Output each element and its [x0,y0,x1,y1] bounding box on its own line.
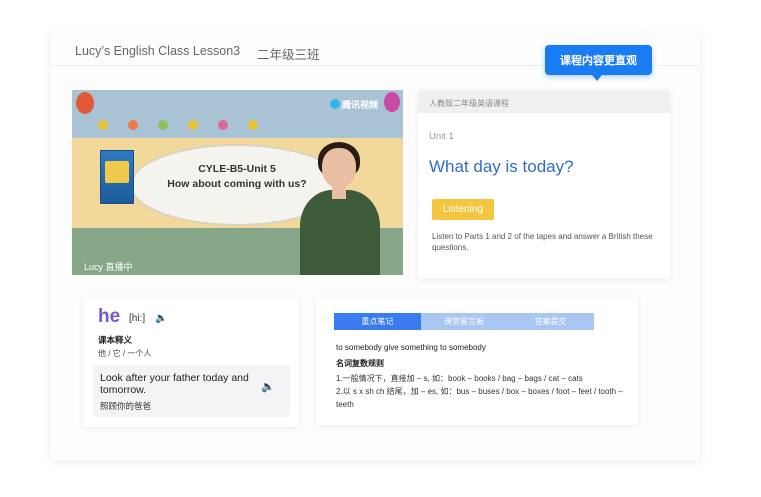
meaning-label: 课本释义 [98,335,133,345]
sun-decoration [158,120,168,130]
video-title-line2: How about coming with us? [167,178,307,190]
example-sentence-translation: 照顾你的爸爸 [100,401,152,411]
textbook-image [100,150,134,204]
sun-decoration [188,120,198,130]
notes-card: 重点笔记 课堂留言板 答案提交 to somebody give somethi… [316,297,638,425]
notes-tabs: 重点笔记 课堂留言板 答案提交 [334,313,594,330]
balloon-decoration [76,92,94,114]
speaker-icon[interactable]: 🔈 [261,380,275,393]
class-title: Lucy’s English Class Lesson3 [75,44,241,58]
video-lesson-title: CYLE-B5-Unit 5 How about coming with us? [130,162,344,192]
video-title-line1: CYLE-B5-Unit 5 [198,163,276,175]
meaning-text: 他 / 它 / 一个人 [98,349,152,358]
vocab-word: he [98,306,121,327]
teacher-face [322,148,356,188]
sun-decoration [248,120,258,130]
example-sentence: Look after your father today and tomorro… [100,372,249,396]
teacher-body [300,190,380,275]
unit-label: Unit 1 [429,131,454,142]
phonetic-text: [hi:] [129,313,146,324]
tooltip-callout: 课程内容更直观 [545,45,652,75]
tencent-video-logo-icon [330,99,340,109]
tab-answer-submit[interactable]: 答案提交 [507,313,594,330]
video-watermark: 腾讯视频 [342,100,379,110]
course-panel-header: 人教版二年级英语课程 [418,91,670,113]
class-group: 二年级三班 [257,48,320,62]
tab-message-board[interactable]: 课堂留言板 [421,313,508,330]
listening-tag-button[interactable]: Listening [432,199,494,220]
tab-key-notes[interactable]: 重点笔记 [334,313,421,330]
lesson-title: What day is today? [429,157,574,176]
note-rules: 1.一般情况下，直接加 – s, 如：book – books / bag – … [336,372,626,411]
live-status-label: Lucy 直播中 [84,262,133,272]
course-description: Listen to Parts 1 and 2 of the tapes and… [432,232,653,252]
textbook-cover-art [105,161,129,183]
course-info-panel: 人教版二年级英语课程 Unit 1 What day is today? Lis… [418,91,670,279]
sun-decoration [218,120,228,130]
sun-decoration [98,120,108,130]
note-rule-1: 1.一般情况下，直接加 – s, 如：book – books / bag – … [336,374,583,383]
note-phrase: to somebody give something to somebody [336,343,486,352]
speaker-icon[interactable]: 🔈 [155,313,167,324]
page: Lucy’s English Class Lesson3 二年级三班 课程内容更… [0,0,761,497]
tooltip-arrow [592,75,602,81]
balloon-decoration [384,92,400,112]
live-video-player[interactable]: CYLE-B5-Unit 5 How about coming with us?… [72,90,403,275]
note-rule-2: 2.以 s x sh ch 结尾，加 – es, 如：bus – buses /… [336,387,623,409]
dictionary-card: he [hi:] 🔈 课本释义 他 / 它 / 一个人 Look after y… [83,297,299,427]
sun-decoration [128,120,138,130]
note-heading: 名词复数规则 [336,359,384,368]
example-sentence-box: Look after your father today and tomorro… [93,365,290,417]
